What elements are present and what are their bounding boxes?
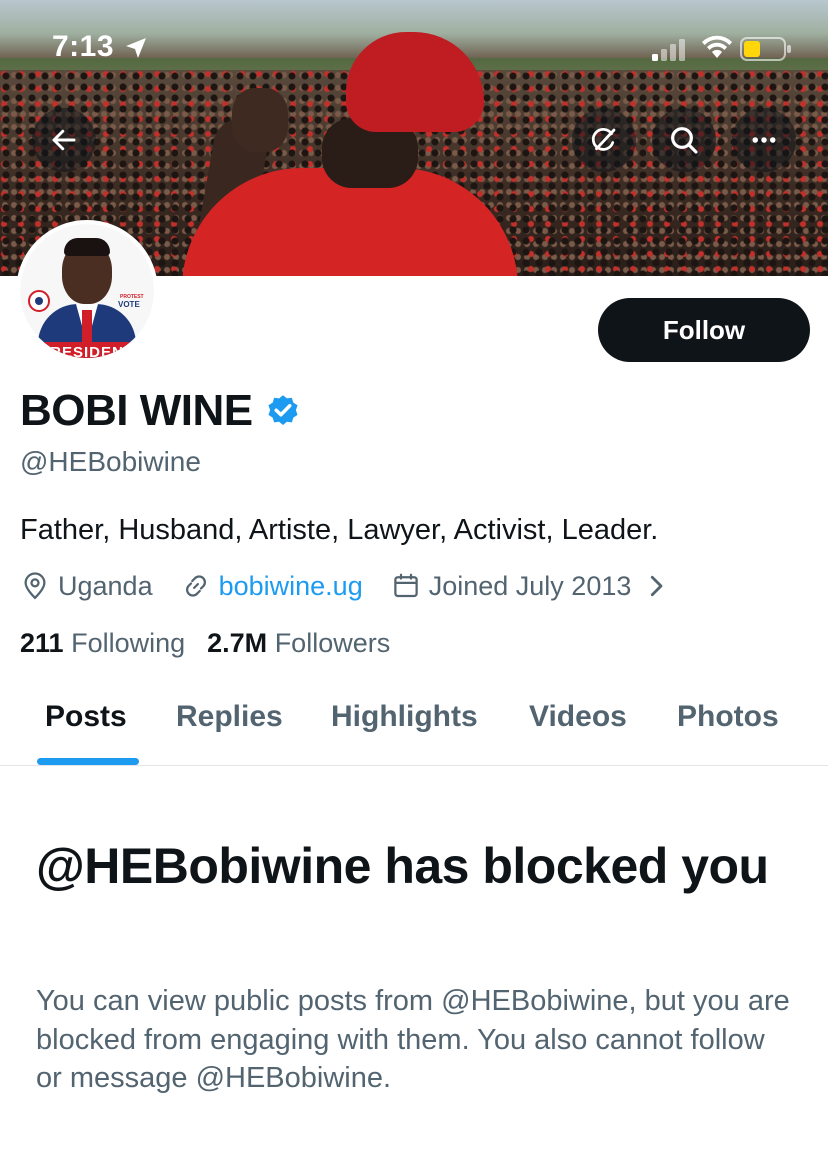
display-name: BOBI WINE: [20, 386, 253, 435]
followers-label: Followers: [274, 628, 391, 658]
tab-posts[interactable]: Posts: [45, 700, 127, 734]
profile-location: Uganda: [20, 571, 153, 602]
search-icon: [671, 127, 698, 154]
status-time: 7:13: [52, 30, 115, 63]
active-tab-indicator: [37, 758, 139, 765]
banner-figure-hand: [232, 88, 288, 152]
avatar-tie: [82, 310, 92, 344]
banner-figure-beret: [346, 32, 484, 132]
followers-count: 2.7M: [207, 628, 268, 658]
followers-stat[interactable]: 2.7M Followers: [207, 628, 390, 659]
blocked-title: @HEBobiwine has blocked you: [36, 838, 769, 894]
cellular-signal-icon: [652, 39, 685, 61]
location-text: Uganda: [58, 570, 153, 601]
profile-handle: @HEBobiwine: [20, 446, 201, 477]
following-stat[interactable]: 211 Following: [20, 628, 185, 659]
arrow-left-icon: [52, 129, 76, 151]
profile-stats: 211 Following 2.7M Followers: [20, 628, 412, 659]
profile-joined[interactable]: Joined July 2013: [391, 571, 680, 602]
tab-photos[interactable]: Photos: [677, 700, 779, 734]
website-link[interactable]: bobiwine.ug: [219, 571, 363, 602]
more-options-button[interactable]: [732, 108, 796, 172]
wifi-icon: [702, 35, 732, 58]
link-icon: [185, 575, 206, 597]
tab-highlights[interactable]: Highlights: [331, 700, 478, 734]
display-name-row: BOBI WINE: [20, 386, 301, 436]
verified-badge-icon[interactable]: [265, 393, 301, 429]
more-dots-icon: [752, 137, 776, 143]
search-button[interactable]: [652, 108, 716, 172]
tab-replies[interactable]: Replies: [176, 700, 283, 734]
location-arrow-icon: [126, 38, 146, 58]
blocked-description: You can view public posts from @HEBobiwi…: [36, 985, 790, 1094]
follow-button[interactable]: Follow: [598, 298, 810, 362]
avatar-banner-text: RESIDEN: [30, 342, 144, 358]
avatar-party-logo: [28, 290, 50, 312]
profile-bio: Father, Husband, Artiste, Lawyer, Activi…: [20, 514, 659, 546]
joined-text: Joined July 2013: [428, 570, 632, 601]
location-pin-icon: [24, 572, 46, 600]
profile-website[interactable]: bobiwine.ug: [181, 571, 363, 602]
grok-icon: [591, 128, 616, 151]
back-button[interactable]: [32, 108, 96, 172]
profile-meta-row: Uganda bobiwine.ug Joined July 2013: [20, 566, 707, 606]
avatar-hair: [64, 238, 110, 256]
chevron-right-icon[interactable]: [641, 571, 671, 601]
battery-icon: [740, 37, 791, 61]
following-count: 211: [20, 628, 64, 658]
profile-tabs: Posts Replies Highlights Videos Photos: [0, 680, 828, 766]
profile-avatar[interactable]: PROTEST VOTE RESIDEN: [16, 220, 158, 362]
avatar-vote-text: VOTE: [118, 300, 140, 309]
following-label: Following: [71, 628, 186, 658]
calendar-icon: [393, 573, 418, 598]
avatar-image: PROTEST VOTE RESIDEN: [20, 224, 154, 358]
grok-button[interactable]: [572, 108, 636, 172]
tab-videos[interactable]: Videos: [529, 700, 627, 734]
